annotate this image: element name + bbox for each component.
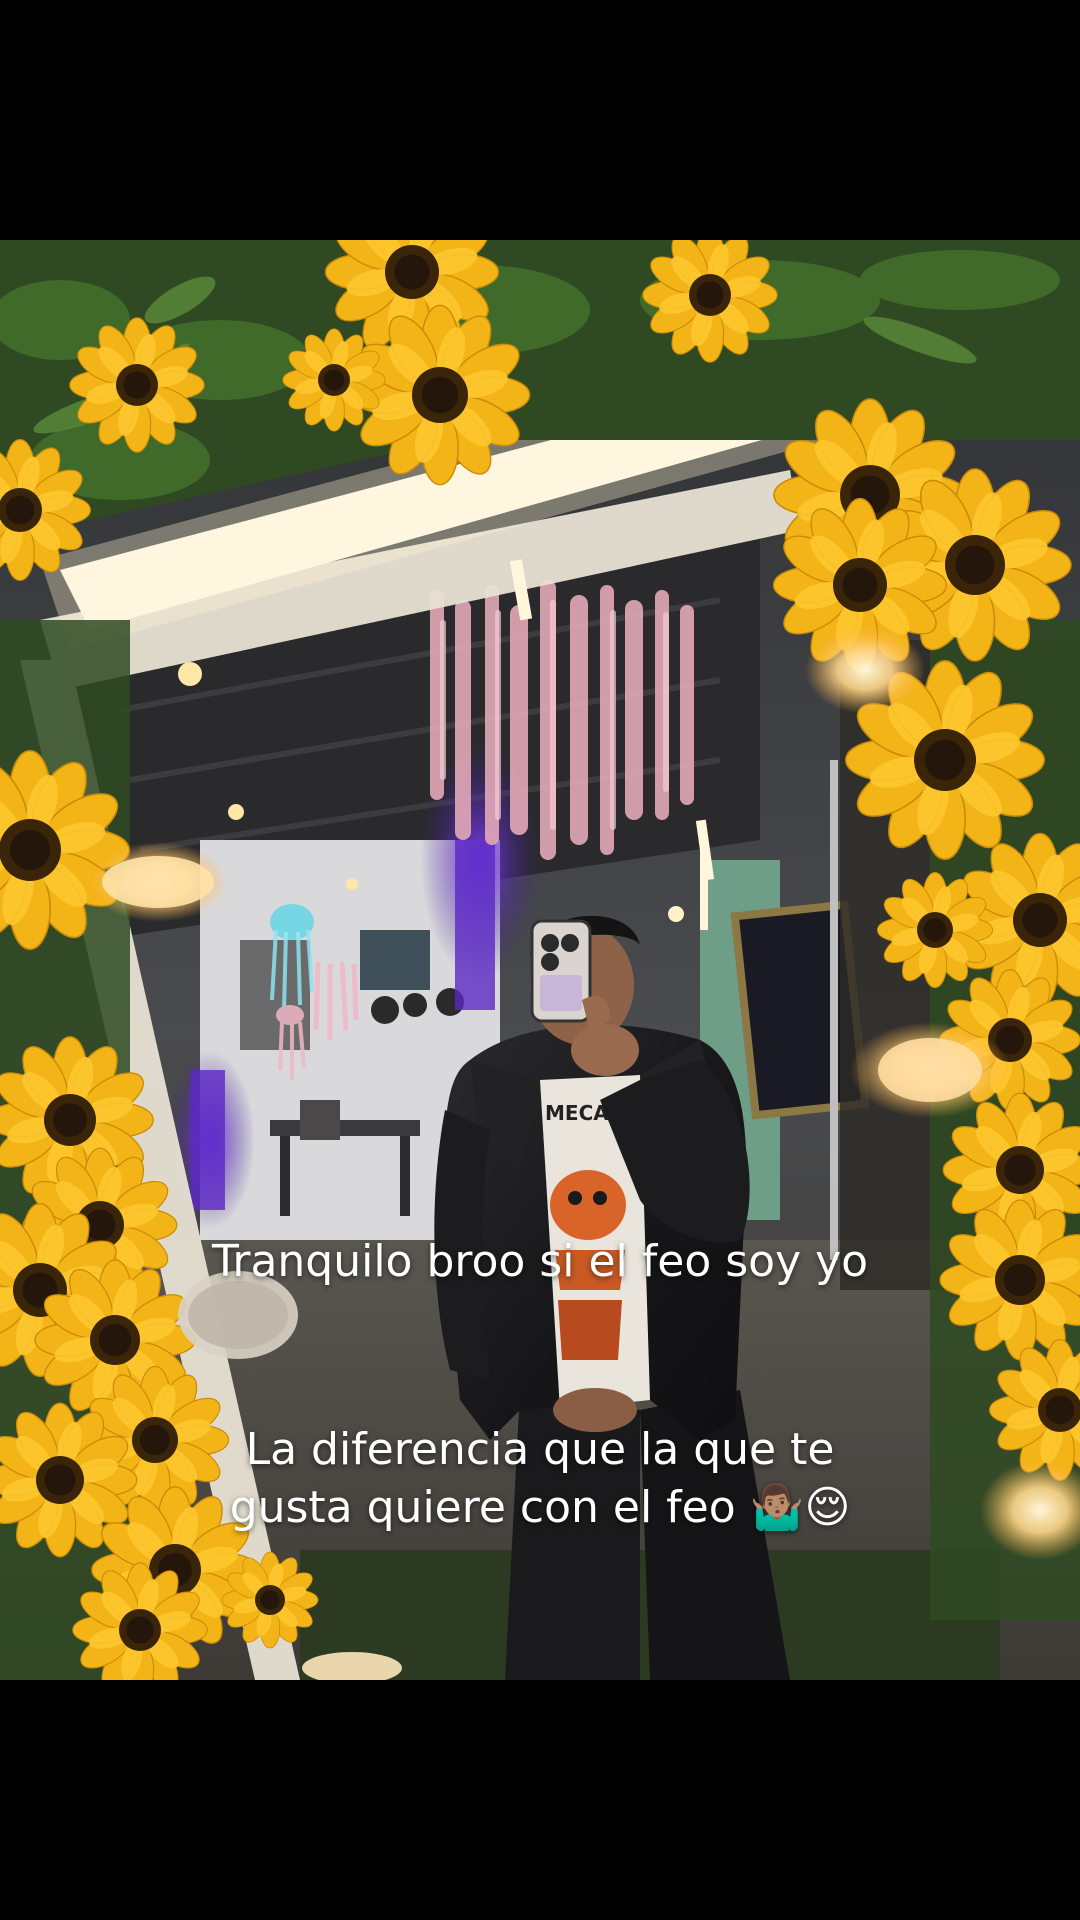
caption-line-2: La diferencia que la que te gusta quiere… [229,1424,851,1533]
screen: MECAN Tranquilo broo si el feo soy yo La… [0,0,1080,1920]
caption-line-1: Tranquilo broo si el feo soy yo [211,1236,869,1287]
